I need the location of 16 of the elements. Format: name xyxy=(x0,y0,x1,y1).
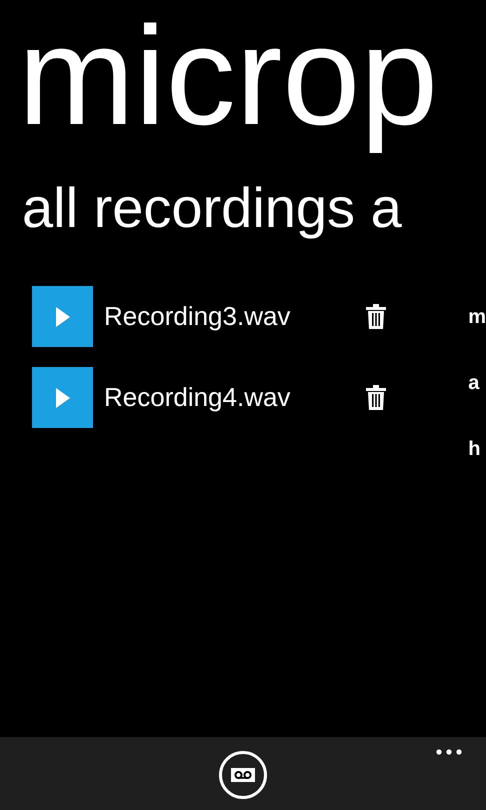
trash-icon[interactable] xyxy=(366,304,386,329)
trash-icon[interactable] xyxy=(366,385,386,410)
play-icon xyxy=(56,306,70,326)
record-button[interactable] xyxy=(219,751,267,799)
cassette-icon xyxy=(231,768,255,782)
play-button[interactable] xyxy=(32,367,93,428)
section-title: all recordings a xyxy=(21,176,403,240)
list-item: a xyxy=(468,371,480,396)
play-button[interactable] xyxy=(32,286,93,347)
recording-name[interactable]: Recording3.wav xyxy=(104,301,354,332)
play-icon xyxy=(56,388,70,408)
app-title: microp xyxy=(17,0,440,156)
recording-name[interactable]: Recording4.wav xyxy=(104,382,354,413)
more-icon[interactable] xyxy=(436,749,462,755)
list-item: m xyxy=(468,305,486,330)
list-item: h xyxy=(468,437,482,462)
